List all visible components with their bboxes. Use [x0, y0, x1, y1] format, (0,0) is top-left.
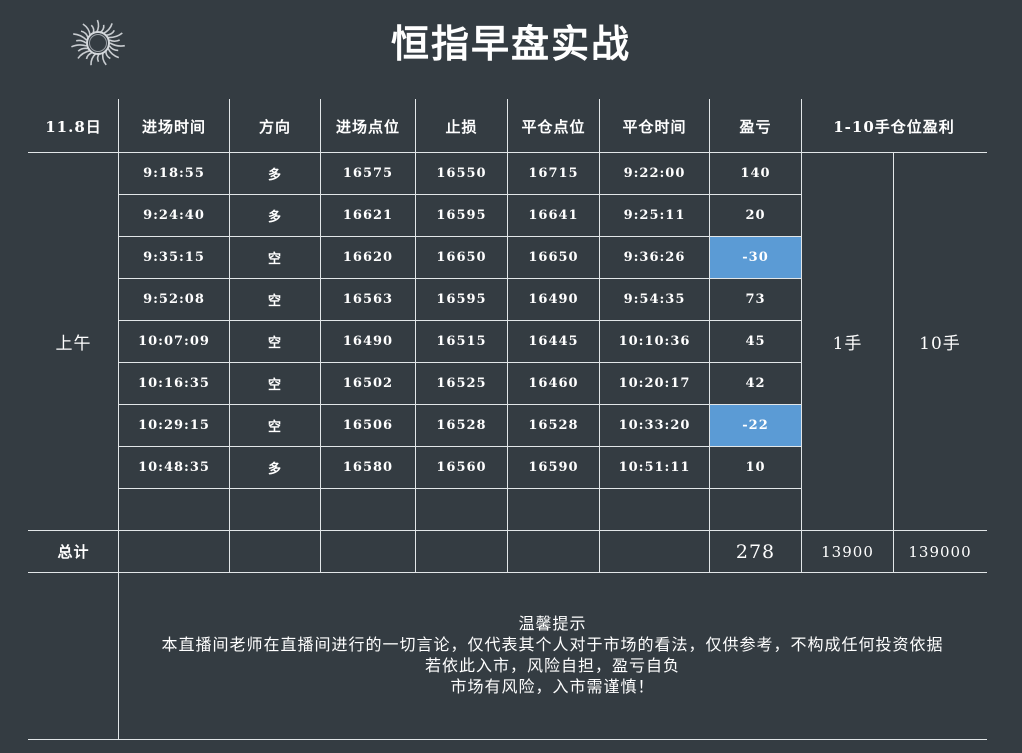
row-5-direction: 空 — [267, 336, 282, 351]
grid-line — [28, 739, 987, 740]
row-5-pnl: 45 — [745, 334, 766, 349]
row-4-entry: 16563 — [342, 292, 394, 307]
header-profit-1-10: 1-10手仓位盈利 — [833, 117, 955, 136]
row-3-direction: 空 — [267, 252, 282, 267]
page-title: 恒指早盘实战 — [390, 21, 631, 66]
header-stop-loss: 止损 — [445, 117, 478, 136]
row-3-exit: 16650 — [528, 250, 579, 265]
row-7-entry: 16506 — [342, 418, 394, 433]
total-pnl: 278 — [735, 540, 776, 563]
session-label: 上午 — [55, 334, 92, 354]
row-6-exit: 16460 — [528, 376, 579, 391]
row-8-stop: 16560 — [436, 460, 487, 475]
row-7-direction: 空 — [267, 420, 282, 435]
row-2-pnl: 20 — [745, 208, 766, 223]
row-9-exit-time — [600, 489, 709, 530]
row-9-direction — [230, 489, 320, 530]
row-3-exit-time: 9:36:26 — [623, 250, 686, 265]
row-6-pnl: 42 — [745, 376, 766, 391]
total-profit-1: 13900 — [821, 542, 874, 561]
total-label: 总计 — [57, 543, 90, 561]
row-2-stop: 16595 — [436, 208, 487, 223]
row-2-entry: 16621 — [342, 208, 394, 223]
row-4-direction: 空 — [267, 294, 282, 309]
notice-title: 温馨提示 — [518, 614, 587, 633]
row-5-entry: 16490 — [342, 334, 394, 349]
trading-record-page: 恒指早盘实战 11.8日 进场时间 方向 进场点位 止损 平仓点位 平仓时间 盈亏 1-10手仓… — [0, 0, 1022, 753]
row-2-exit: 16641 — [528, 208, 579, 223]
row-5-exit: 16445 — [528, 334, 579, 349]
header-exit-time: 平仓时间 — [622, 117, 687, 136]
row-1-pnl: 140 — [740, 166, 771, 181]
row-2-direction: 多 — [267, 210, 282, 225]
header-date: 11.8日 — [45, 117, 102, 136]
row-7-stop: 16528 — [436, 418, 487, 433]
row-1-entry: 16575 — [342, 166, 394, 181]
header-exit-price: 平仓点位 — [521, 117, 586, 136]
row-4-stop: 16595 — [436, 292, 487, 307]
notice-line-3: 市场有风险，入市需谨慎！ — [450, 677, 655, 696]
row-1-direction: 多 — [267, 168, 282, 183]
row-5-stop: 16515 — [436, 334, 487, 349]
header-entry-price: 进场点位 — [335, 117, 400, 136]
row-3-entry-time: 9:35:15 — [143, 250, 205, 265]
row-8-entry-time: 10:48:35 — [138, 460, 210, 475]
row-8-entry: 16580 — [342, 460, 394, 475]
row-6-exit-time: 10:20:17 — [618, 376, 691, 391]
row-9-pnl — [710, 489, 801, 530]
row-5-exit-time: 10:10:36 — [618, 334, 691, 349]
row-4-exit-time: 9:54:35 — [623, 292, 686, 307]
row-3-pnl: -30 — [742, 250, 769, 265]
row-1-exit-time: 9:22:00 — [623, 166, 686, 181]
notice-line-1: 本直播间老师在直播间进行的一切言论，仅代表其个人对于市场的看法，仅供参考，不构成… — [161, 635, 944, 654]
row-4-exit: 16490 — [528, 292, 579, 307]
header-pnl: 盈亏 — [739, 117, 772, 136]
row-3-entry: 16620 — [342, 250, 394, 265]
row-9-entry-time — [119, 489, 229, 530]
row-4-entry-time: 9:52:08 — [143, 292, 205, 307]
row-3-stop: 16650 — [436, 250, 487, 265]
row-8-pnl: 10 — [745, 460, 766, 475]
lot-1-label: 1手 — [832, 334, 863, 354]
header-direction: 方向 — [258, 117, 291, 136]
row-1-entry-time: 9:18:55 — [143, 166, 205, 181]
row-6-entry-time: 10:16:35 — [138, 376, 210, 391]
header-entry-time: 进场时间 — [141, 117, 206, 136]
row-8-exit: 16590 — [528, 460, 579, 475]
row-7-entry-time: 10:29:15 — [138, 418, 210, 433]
row-7-exit: 16528 — [528, 418, 579, 433]
row-7-pnl: -22 — [742, 418, 769, 433]
row-1-stop: 16550 — [436, 166, 487, 181]
row-6-entry: 16502 — [342, 376, 394, 391]
row-9-stop — [416, 489, 507, 530]
row-9-exit — [508, 489, 599, 530]
row-8-exit-time: 10:51:11 — [618, 460, 691, 475]
row-2-entry-time: 9:24:40 — [143, 208, 205, 223]
lot-10-label: 10手 — [919, 334, 961, 354]
row-2-exit-time: 9:25:11 — [623, 208, 686, 223]
row-5-entry-time: 10:07:09 — [138, 334, 210, 349]
row-1-exit: 16715 — [528, 166, 579, 181]
notice-line-2: 若依此入市，风险自担，盈亏自负 — [424, 656, 680, 675]
row-4-pnl: 73 — [745, 292, 766, 307]
row-6-direction: 空 — [267, 378, 282, 393]
row-6-stop: 16525 — [436, 376, 487, 391]
row-9-entry — [321, 489, 415, 530]
total-profit-10: 139000 — [908, 542, 972, 561]
row-7-exit-time: 10:33:20 — [618, 418, 691, 433]
row-8-direction: 多 — [267, 462, 282, 477]
disclaimer-notice: 温馨提示 本直播间老师在直播间进行的一切言论，仅代表其个人对于市场的看法，仅供参… — [119, 572, 986, 738]
